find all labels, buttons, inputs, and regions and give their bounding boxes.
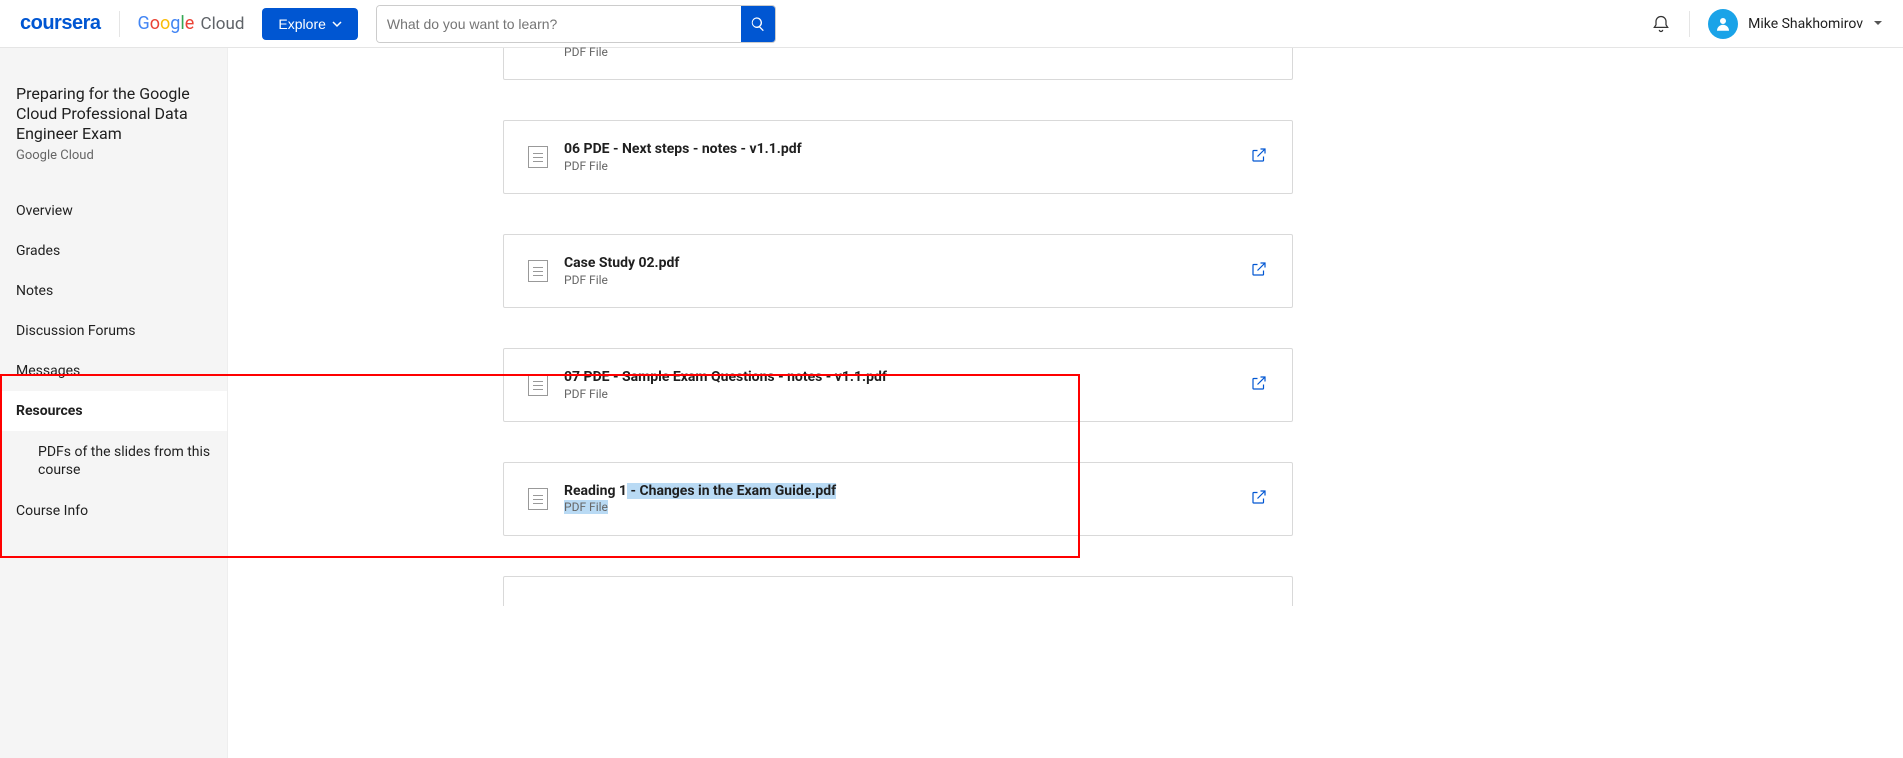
external-link-icon bbox=[1250, 488, 1268, 506]
file-card[interactable]: 06 PDE - Next steps - notes - v1.1.pdf P… bbox=[503, 120, 1293, 194]
open-external-button[interactable] bbox=[1250, 488, 1268, 510]
file-meta: Case Study 02.pdf PDF File bbox=[564, 255, 1234, 287]
file-meta: 06 PDE - Next steps - notes - v1.1.pdf P… bbox=[564, 141, 1234, 173]
file-title: Case Study 02.pdf bbox=[564, 255, 1234, 271]
coursera-logo[interactable]: coursera bbox=[20, 12, 101, 35]
sidebar-item-overview[interactable]: Overview bbox=[0, 191, 227, 231]
sidebar-item-pdfs-of-slides[interactable]: PDFs of the slides from this course bbox=[0, 431, 227, 491]
notifications-button[interactable] bbox=[1651, 14, 1671, 34]
file-card[interactable]: Case Study 02.pdf PDF File bbox=[503, 234, 1293, 308]
file-meta: Reading 1 - Changes in the Exam Guide.pd… bbox=[564, 483, 1234, 515]
google-cloud-logo[interactable]: Google Cloud bbox=[138, 13, 245, 34]
file-title: 06 PDE - Next steps - notes - v1.1.pdf bbox=[564, 141, 1234, 157]
explore-label: Explore bbox=[278, 16, 325, 32]
avatar bbox=[1708, 9, 1738, 39]
file-meta: PDF File bbox=[564, 43, 1268, 59]
course-provider[interactable]: Google Cloud bbox=[16, 148, 211, 163]
open-external-button[interactable] bbox=[1250, 374, 1268, 396]
file-type: PDF File bbox=[564, 387, 1234, 401]
file-card[interactable]: 07 PDE - Sample Exam Questions - notes -… bbox=[503, 348, 1293, 422]
search-wrap bbox=[376, 5, 776, 43]
external-link-icon bbox=[1250, 260, 1268, 278]
file-card[interactable]: Reading 5 - Exposing Solution Quality.pd… bbox=[503, 576, 1293, 606]
course-block: Preparing for the Google Cloud Professio… bbox=[0, 48, 227, 177]
user-menu[interactable]: Mike Shakhomirov bbox=[1708, 9, 1883, 39]
file-type: PDF File bbox=[564, 45, 1268, 59]
file-icon bbox=[528, 260, 548, 282]
search-button[interactable] bbox=[741, 6, 775, 42]
file-title-part2-selected: - Changes in the Exam Guide.pdf bbox=[627, 483, 836, 499]
search-input[interactable] bbox=[377, 6, 741, 42]
course-title[interactable]: Preparing for the Google Cloud Professio… bbox=[16, 84, 211, 144]
sidebar-item-discussion-forums[interactable]: Discussion Forums bbox=[0, 311, 227, 351]
file-card[interactable]: PDF File bbox=[503, 48, 1293, 80]
file-card[interactable]: Reading 1 - Changes in the Exam Guide.pd… bbox=[503, 462, 1293, 536]
header: coursera Google Cloud Explore Mike Shakh… bbox=[0, 0, 1903, 48]
file-type: PDF File bbox=[564, 499, 1234, 515]
bell-icon bbox=[1651, 14, 1671, 34]
person-icon bbox=[1714, 15, 1732, 33]
file-type: PDF File bbox=[564, 273, 1234, 287]
chevron-down-icon bbox=[1873, 16, 1883, 32]
sidebar-item-grades[interactable]: Grades bbox=[0, 231, 227, 271]
file-icon bbox=[528, 488, 548, 510]
open-external-button[interactable] bbox=[1250, 260, 1268, 282]
file-icon bbox=[528, 374, 548, 396]
external-link-icon bbox=[1250, 374, 1268, 392]
user-name: Mike Shakhomirov bbox=[1748, 16, 1863, 32]
file-meta: 07 PDE - Sample Exam Questions - notes -… bbox=[564, 369, 1234, 401]
sidebar: Preparing for the Google Cloud Professio… bbox=[0, 48, 228, 758]
file-type: PDF File bbox=[564, 159, 1234, 173]
main-content: PDF File 06 PDE - Next steps - notes - v… bbox=[228, 48, 1903, 758]
sidebar-item-messages[interactable]: Messages bbox=[0, 351, 227, 391]
open-external-button[interactable] bbox=[1250, 146, 1268, 168]
sidebar-item-resources[interactable]: Resources bbox=[0, 391, 227, 431]
external-link-icon bbox=[1250, 146, 1268, 164]
divider bbox=[1689, 11, 1690, 37]
search-icon bbox=[750, 16, 766, 32]
file-title-part1: Reading 1 bbox=[564, 483, 627, 499]
sidebar-item-course-info[interactable]: Course Info bbox=[0, 491, 227, 531]
chevron-down-icon bbox=[332, 19, 342, 29]
file-title: 07 PDE - Sample Exam Questions - notes -… bbox=[564, 369, 1234, 385]
file-title: Reading 1 - Changes in the Exam Guide.pd… bbox=[564, 483, 1234, 499]
file-icon bbox=[528, 146, 548, 168]
sidebar-item-notes[interactable]: Notes bbox=[0, 271, 227, 311]
explore-button[interactable]: Explore bbox=[262, 8, 357, 40]
file-meta: Reading 5 - Exposing Solution Quality.pd… bbox=[564, 594, 1268, 607]
divider bbox=[119, 11, 120, 37]
